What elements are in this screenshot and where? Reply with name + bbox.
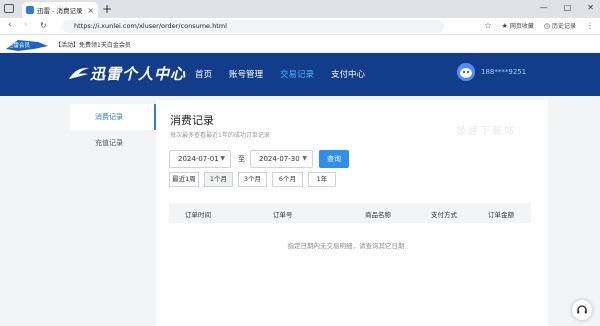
range-6-months[interactable]: 6个月 — [272, 172, 303, 187]
xunlei-bird-icon — [69, 67, 89, 79]
user-avatar-icon — [457, 63, 475, 81]
brand-title: 迅雷个人中心 — [90, 65, 187, 83]
chevron-down-icon: ▼ — [302, 155, 307, 162]
new-tab-button[interactable]: + — [102, 2, 112, 16]
more-icon[interactable]: ⋮ — [586, 21, 594, 30]
page-title: 消费记录 — [170, 114, 214, 127]
browser-tab-bar: 迅雷 - 消费记录 × + — □ ✕ — [0, 0, 600, 18]
reload-icon[interactable]: ↻ — [40, 21, 47, 30]
start-date-input[interactable]: 2024-07-01 ▼ — [169, 150, 231, 168]
avatar[interactable] — [457, 63, 475, 81]
headset-icon — [577, 305, 587, 314]
favorites-button[interactable]: ★ 网页收藏 — [501, 21, 534, 31]
date-separator: 至 — [238, 155, 245, 163]
range-1-week[interactable]: 最近1周 — [169, 172, 199, 187]
query-button[interactable]: 查询 — [319, 150, 349, 168]
page-subtitle: 每次最多查看最近1年的成功订单记录 — [170, 132, 270, 139]
main-nav: 首页 账号管理 交易记录 支付中心 — [195, 68, 382, 80]
promo-text[interactable]: 【活动】免费领1天白金会员 — [55, 40, 131, 49]
tab-close-icon[interactable]: × — [87, 6, 94, 15]
nav-payment[interactable]: 支付中心 — [331, 68, 365, 80]
url-input[interactable]: https://i.xunlei.com/xluser/order/consum… — [62, 20, 444, 33]
promo-bar: 迅雷会员 【活动】免费领1天白金会员 — [0, 35, 600, 53]
user-profile[interactable]: 188****9251 — [457, 63, 526, 81]
col-product: 商品名称 — [365, 211, 391, 219]
svg-text:迅雷会员: 迅雷会员 — [8, 41, 31, 49]
col-payment: 支付方式 — [431, 211, 457, 219]
user-phone: 188****9251 — [481, 68, 527, 76]
col-order-time: 订单时间 — [185, 211, 211, 219]
table-header: 订单时间 订单号 商品名称 支付方式 订单金额 — [169, 203, 531, 223]
range-1-month[interactable]: 1个月 — [204, 172, 233, 187]
close-window-button[interactable]: ✕ — [587, 3, 594, 12]
window-controls: — □ ✕ — [540, 3, 594, 12]
main-content: 消费记录 每次最多查看最近1年的成功订单记录 极速下载站 2024-07-01 … — [156, 100, 548, 326]
end-date-input[interactable]: 2024-07-30 ▼ — [250, 150, 313, 168]
start-date-value: 2024-07-01 — [178, 155, 219, 163]
star-icon[interactable]: ☆ — [484, 21, 491, 30]
favorites-label: 网页收藏 — [509, 23, 534, 30]
col-order-id: 订单号 — [273, 211, 293, 219]
tab-actions-icon[interactable] — [4, 4, 14, 13]
address-bar-row: ‹ › ↻ https://i.xunlei.com/xluser/order/… — [0, 18, 600, 35]
chevron-down-icon: ▼ — [220, 155, 225, 162]
browser-toolbar: ☆ ★ 网页收藏 ◷ 历史记录 ⋮ — [484, 21, 594, 30]
nav-home[interactable]: 首页 — [195, 68, 212, 80]
history-icon: ◷ — [543, 21, 550, 30]
sidebar-item-recharge[interactable]: 充值记录 — [70, 130, 156, 156]
col-amount: 订单金额 — [488, 211, 514, 219]
brand-logo[interactable]: 迅雷个人中心 — [68, 63, 186, 84]
browser-tab[interactable]: 迅雷 - 消费记录 × — [22, 2, 98, 18]
nav-transactions[interactable]: 交易记录 — [280, 68, 314, 80]
favorites-icon: ★ — [501, 21, 508, 30]
forward-icon[interactable]: › — [24, 20, 28, 30]
back-icon[interactable]: ‹ — [8, 20, 12, 30]
watermark: 极速下载站 — [456, 126, 516, 137]
site-header: 迅雷个人中心 首页 账号管理 交易记录 支付中心 188****9251 — [0, 53, 600, 96]
history-button[interactable]: ◷ 历史记录 — [543, 21, 576, 31]
empty-message: 指定日期内无交易明细，请查询其它日期 — [287, 242, 405, 250]
history-label: 历史记录 — [551, 23, 576, 30]
end-date-value: 2024-07-30 — [259, 155, 300, 163]
customer-service-button[interactable] — [572, 300, 592, 320]
promo-logo-icon: 迅雷会员 — [6, 40, 48, 51]
range-3-months[interactable]: 3个月 — [238, 172, 267, 187]
tab-title: 迅雷 - 消费记录 — [37, 7, 83, 15]
sidebar-item-consume[interactable]: 消费记录 — [70, 104, 156, 130]
xunlei-favicon-icon — [26, 6, 34, 14]
sidebar: 消费记录 充值记录 — [70, 104, 156, 326]
minimize-button[interactable]: — — [540, 3, 548, 12]
nav-account[interactable]: 账号管理 — [229, 68, 263, 80]
maximize-button[interactable]: □ — [564, 3, 572, 12]
range-1-year[interactable]: 1年 — [308, 172, 336, 187]
